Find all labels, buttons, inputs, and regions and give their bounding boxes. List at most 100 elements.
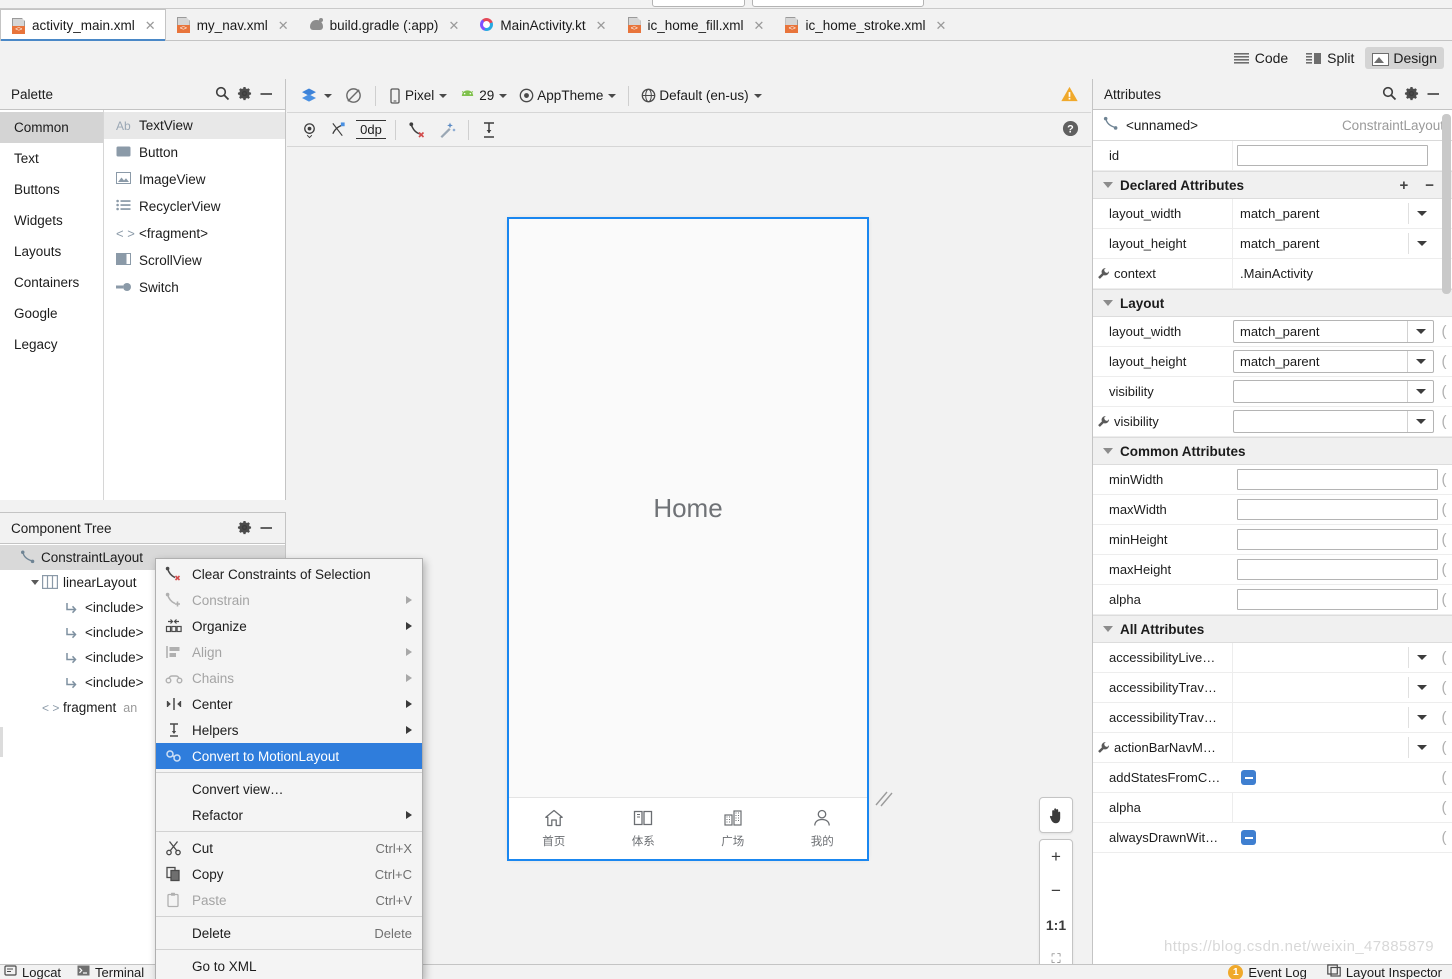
attribute-combobox[interactable]: [1233, 380, 1434, 403]
attribute-indicator[interactable]: (: [1438, 501, 1450, 518]
dropdown-arrow-icon[interactable]: [1407, 321, 1433, 342]
view-mode-code-button[interactable]: Code: [1227, 47, 1295, 69]
attribute-indicator[interactable]: (: [1438, 649, 1450, 666]
editor-tab[interactable]: MainActivity.kt ✕: [469, 9, 616, 41]
toolbar-field-right[interactable]: [752, 0, 924, 7]
palette-item[interactable]: Switch: [104, 274, 285, 301]
attribute-input[interactable]: [1237, 589, 1438, 610]
attribute-indicator[interactable]: (: [1438, 799, 1450, 816]
design-mode-button[interactable]: [293, 83, 338, 109]
add-attribute-button[interactable]: +: [1399, 177, 1408, 194]
editor-tab[interactable]: build.gradle (:app) ✕: [299, 9, 470, 41]
close-icon[interactable]: ✕: [596, 19, 607, 32]
status-bar-item[interactable]: Terminal: [77, 964, 144, 979]
palette-item[interactable]: ImageView: [104, 166, 285, 193]
attribute-section-header[interactable]: Common Attributes: [1093, 437, 1452, 465]
resize-handle-icon[interactable]: [873, 787, 895, 809]
attribute-input[interactable]: [1237, 529, 1438, 550]
attribute-indicator[interactable]: (: [1438, 323, 1450, 340]
zoom-to-fit-button[interactable]: ⛶: [1039, 942, 1073, 964]
attribute-section-header[interactable]: All Attributes: [1093, 615, 1452, 643]
attribute-indicator[interactable]: (: [1438, 561, 1450, 578]
attribute-combobox[interactable]: match_parent: [1233, 320, 1434, 343]
menu-item[interactable]: Helpers: [156, 717, 422, 743]
dropdown-arrow-icon[interactable]: [1408, 677, 1434, 698]
locale-selector[interactable]: Default (en-us): [635, 83, 767, 109]
attribute-indicator[interactable]: (: [1438, 829, 1450, 846]
menu-item[interactable]: Delete Delete: [156, 920, 422, 946]
clear-constraints-button[interactable]: [402, 117, 432, 143]
infer-constraints-button[interactable]: [432, 117, 462, 143]
dropdown-arrow-icon[interactable]: [1408, 233, 1434, 254]
bottom-nav-item[interactable]: 广场: [688, 808, 778, 849]
help-icon[interactable]: ?: [1062, 120, 1079, 140]
gear-icon[interactable]: [235, 84, 255, 104]
api-level-selector[interactable]: 29: [453, 83, 513, 109]
pan-tool-button[interactable]: [1039, 798, 1073, 832]
view-mode-split-button[interactable]: Split: [1299, 47, 1361, 69]
autoconnect-toggle[interactable]: [324, 117, 353, 143]
attribute-value[interactable]: match_parent: [1233, 206, 1408, 221]
close-icon[interactable]: ✕: [448, 19, 459, 32]
attribute-indicator[interactable]: (: [1438, 769, 1450, 786]
palette-category-common[interactable]: Common: [0, 112, 103, 143]
theme-selector[interactable]: AppTheme: [513, 83, 622, 109]
palette-category-buttons[interactable]: Buttons: [0, 174, 103, 205]
attribute-tristate-checkbox[interactable]: [1241, 770, 1256, 785]
attribute-combobox[interactable]: [1233, 410, 1434, 433]
dropdown-arrow-icon[interactable]: [1407, 351, 1433, 372]
id-input[interactable]: [1237, 145, 1428, 166]
warning-icon[interactable]: [1060, 85, 1079, 106]
palette-item[interactable]: RecyclerView: [104, 193, 285, 220]
menu-item[interactable]: Cut Ctrl+X: [156, 835, 422, 861]
attribute-combobox[interactable]: match_parent: [1233, 350, 1434, 373]
status-bar-item[interactable]: Layout Inspector: [1327, 964, 1442, 979]
palette-category-legacy[interactable]: Legacy: [0, 329, 103, 360]
minimize-icon[interactable]: [257, 518, 277, 538]
search-icon[interactable]: [1380, 84, 1400, 104]
default-margin-field[interactable]: 0dp: [356, 120, 386, 139]
editor-tab[interactable]: my_nav.xml ✕: [166, 9, 299, 41]
status-bar-item[interactable]: Logcat: [4, 964, 61, 979]
zoom-in-button[interactable]: +: [1039, 840, 1073, 874]
status-bar-item[interactable]: 1 Event Log: [1228, 964, 1307, 979]
bottom-nav-item[interactable]: 体系: [599, 808, 689, 849]
attribute-input[interactable]: [1237, 469, 1438, 490]
menu-item[interactable]: Organize: [156, 613, 422, 639]
attribute-input[interactable]: [1237, 559, 1438, 580]
editor-tab[interactable]: ic_home_fill.xml ✕: [617, 9, 775, 41]
attribute-input[interactable]: [1237, 499, 1438, 520]
minimize-icon[interactable]: [1424, 84, 1444, 104]
palette-item[interactable]: ScrollView: [104, 247, 285, 274]
attribute-tristate-checkbox[interactable]: [1241, 830, 1256, 845]
gear-icon[interactable]: [1402, 84, 1422, 104]
attribute-indicator[interactable]: (: [1438, 591, 1450, 608]
palette-category-layouts[interactable]: Layouts: [0, 236, 103, 267]
attributes-scrollbar[interactable]: [1442, 114, 1451, 294]
attribute-indicator[interactable]: (: [1438, 413, 1450, 430]
bottom-nav-item[interactable]: 我的: [778, 808, 868, 849]
dropdown-arrow-icon[interactable]: [1408, 707, 1434, 728]
menu-item[interactable]: Center: [156, 691, 422, 717]
remove-attribute-button[interactable]: −: [1425, 177, 1434, 194]
attribute-indicator[interactable]: (: [1438, 679, 1450, 696]
close-icon[interactable]: ✕: [936, 19, 947, 32]
palette-category-widgets[interactable]: Widgets: [0, 205, 103, 236]
attribute-value[interactable]: match_parent: [1233, 236, 1408, 251]
menu-item[interactable]: Refactor: [156, 802, 422, 828]
bottom-nav-item[interactable]: 首页: [509, 808, 599, 849]
dropdown-arrow-icon[interactable]: [1407, 381, 1433, 402]
palette-item[interactable]: Button: [104, 139, 285, 166]
attribute-indicator[interactable]: (: [1438, 383, 1450, 400]
attribute-indicator[interactable]: (: [1438, 739, 1450, 756]
minimize-icon[interactable]: [257, 84, 277, 104]
attribute-indicator[interactable]: (: [1438, 353, 1450, 370]
menu-item[interactable]: Go to XML: [156, 953, 422, 979]
close-icon[interactable]: ✕: [145, 19, 156, 32]
palette-category-containers[interactable]: Containers: [0, 267, 103, 298]
attribute-indicator[interactable]: (: [1438, 709, 1450, 726]
search-icon[interactable]: [213, 84, 233, 104]
dropdown-arrow-icon[interactable]: [1407, 411, 1433, 432]
show-constraints-toggle[interactable]: [295, 117, 324, 143]
tree-twisty[interactable]: [28, 580, 42, 585]
